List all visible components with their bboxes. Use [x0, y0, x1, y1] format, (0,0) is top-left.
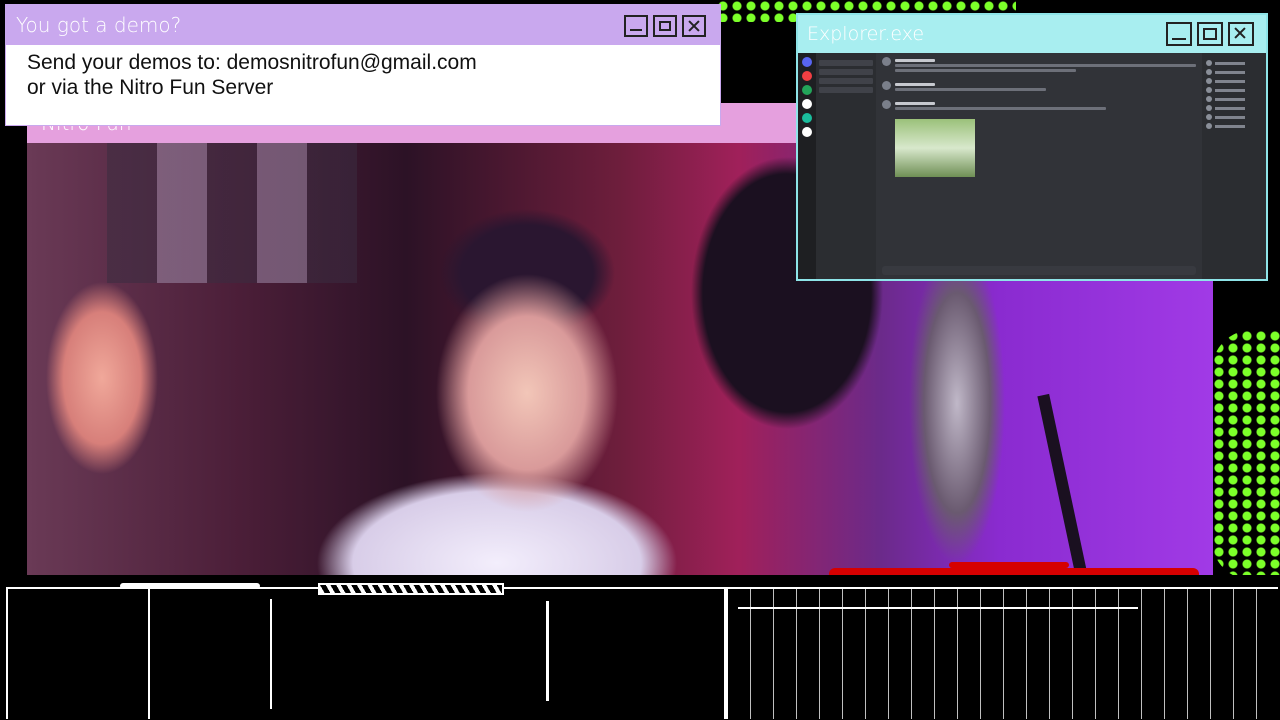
raised-hand: [27, 253, 177, 503]
demo-submit-line: Send your demos to: demosnitrofun@gmail.…: [27, 51, 477, 74]
maximize-icon[interactable]: [1197, 22, 1223, 46]
chat-message: [882, 81, 1196, 93]
demo-window: You got a demo? Send your demos to: demo…: [5, 4, 721, 126]
bottom-overlay: [0, 575, 1280, 720]
channel-item: [819, 69, 873, 75]
explorer-window: Explorer.exe: [796, 13, 1268, 281]
server-icon: [802, 99, 812, 109]
close-icon[interactable]: [682, 15, 706, 37]
discord-screenshot: [798, 53, 1266, 279]
chat-message: [882, 100, 1196, 112]
server-icon: [802, 127, 812, 137]
minimize-icon[interactable]: [624, 15, 648, 37]
discord-channel-list: [816, 53, 876, 279]
avatar: [882, 81, 891, 90]
overlay-label-bar: [120, 583, 260, 589]
channel-item: [819, 87, 873, 93]
discord-chat: [876, 53, 1202, 279]
video-thumbnail: [895, 119, 975, 177]
microphone-stand: [1037, 393, 1089, 575]
demo-window-controls: [624, 15, 706, 37]
server-icon: [802, 57, 812, 67]
overlay-barcode: [318, 583, 504, 595]
chat-message: [882, 57, 1196, 74]
green-dot-pattern-right: [1212, 330, 1280, 580]
channel-item: [819, 78, 873, 84]
overlay-frame-left: [6, 587, 148, 719]
minimize-icon[interactable]: [1166, 22, 1192, 46]
demo-window-title: You got a demo?: [16, 13, 182, 37]
channel-item: [819, 60, 873, 66]
avatar: [882, 57, 891, 66]
discord-server-list: [798, 53, 816, 279]
demo-server-line: or via the Nitro Fun Server: [27, 76, 274, 99]
overlay-divider: [270, 599, 272, 709]
overlay-frame-center: [148, 587, 726, 719]
server-icon: [802, 85, 812, 95]
explorer-window-title: Explorer.exe: [807, 23, 925, 45]
explorer-window-titlebar[interactable]: Explorer.exe: [798, 15, 1266, 53]
discord-member-list: [1202, 53, 1266, 279]
demo-window-body: Send your demos to: demosnitrofun@gmail.…: [27, 50, 477, 100]
maximize-icon[interactable]: [653, 15, 677, 37]
overlay-divider: [546, 601, 549, 701]
explorer-window-controls: [1166, 22, 1254, 46]
close-icon[interactable]: [1228, 22, 1254, 46]
overlay-frame-right: [726, 587, 1278, 719]
message-input[interactable]: [882, 266, 1196, 275]
avatar: [882, 100, 891, 109]
demo-window-titlebar[interactable]: You got a demo?: [6, 5, 720, 45]
server-icon: [802, 71, 812, 81]
server-icon: [802, 113, 812, 123]
